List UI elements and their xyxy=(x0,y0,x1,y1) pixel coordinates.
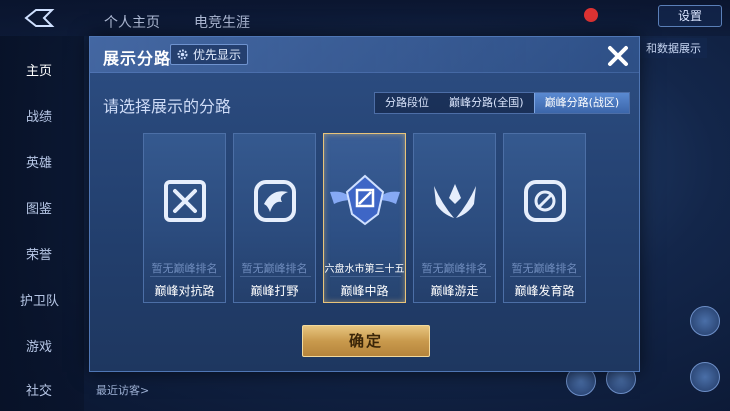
lane-card-clash[interactable]: 暂无巅峰排名 巅峰对抗路 xyxy=(143,133,226,303)
lane-rank: 暂无巅峰排名 xyxy=(151,262,218,275)
tab-profile[interactable]: 个人主页 xyxy=(104,12,160,32)
sidebar-item-games[interactable]: 游戏 xyxy=(26,336,52,355)
notification-dot xyxy=(584,8,598,22)
tab-peak-national[interactable]: 巅峰分路(全国) xyxy=(439,93,534,113)
card-divider xyxy=(330,276,401,277)
lane-rank: 暂无巅峰排名 xyxy=(421,262,488,275)
sidebar-item-heroes[interactable]: 英雄 xyxy=(26,152,52,171)
lane-name: 巅峰游走 xyxy=(430,284,479,298)
settings-button[interactable]: 设置 xyxy=(658,5,722,27)
tab-peak-region[interactable]: 巅峰分路(战区) xyxy=(533,93,630,113)
data-display-banner[interactable]: 和数据展示 xyxy=(640,38,707,58)
sidebar-item-record[interactable]: 战绩 xyxy=(26,106,52,125)
gear-icon xyxy=(177,49,188,60)
sidebar-item-home[interactable]: 主页 xyxy=(26,60,52,79)
lane-name: 巅峰发育路 xyxy=(514,284,575,298)
lane-rank: 暂无巅峰排名 xyxy=(241,262,308,275)
lane-scope-tabs: 分路段位 巅峰分路(全国) 巅峰分路(战区) xyxy=(374,92,631,114)
farm-lane-icon xyxy=(524,180,566,222)
lane-name: 巅峰打野 xyxy=(250,284,299,298)
lane-name: 巅峰对抗路 xyxy=(154,284,215,298)
sidebar-item-codex[interactable]: 图鉴 xyxy=(26,198,52,217)
lane-cards: 暂无巅峰排名 巅峰对抗路 暂无巅峰排名 巅峰打野 六盘水市第三十五 巅峰中路 暂… xyxy=(143,133,589,303)
roam-icon xyxy=(434,184,476,218)
tab-esports[interactable]: 电竞生涯 xyxy=(194,12,250,32)
lane-display-modal: 展示分路 优先显示 请选择展示的分路 分路段位 巅峰分路(全国) 巅峰分路(战区… xyxy=(89,36,640,372)
sidebar-item-guard[interactable]: 护卫队 xyxy=(20,290,59,309)
card-divider xyxy=(420,276,491,277)
sidebar: 主页 战绩 英雄 图鉴 荣誉 护卫队 游戏 社交 xyxy=(0,36,84,411)
lane-name: 巅峰中路 xyxy=(340,284,389,298)
lane-card-jungle[interactable]: 暂无巅峰排名 巅峰打野 xyxy=(233,133,316,303)
card-divider xyxy=(510,276,581,277)
lane-card-roam[interactable]: 暂无巅峰排名 巅峰游走 xyxy=(413,133,496,303)
confirm-button[interactable]: 确定 xyxy=(302,325,430,357)
priority-display-label: 优先显示 xyxy=(193,48,242,62)
recent-visitors-link[interactable]: 最近访客> xyxy=(96,382,149,398)
lane-card-farm[interactable]: 暂无巅峰排名 巅峰发育路 xyxy=(503,133,586,303)
back-logo-icon[interactable] xyxy=(22,8,56,28)
priority-display-button[interactable]: 优先显示 xyxy=(170,44,249,65)
close-icon xyxy=(608,46,628,66)
lane-card-mid[interactable]: 六盘水市第三十五 巅峰中路 xyxy=(323,133,406,303)
lane-rank: 暂无巅峰排名 xyxy=(511,262,578,275)
card-divider xyxy=(150,276,221,277)
mid-lane-icon xyxy=(330,174,400,226)
select-lane-prompt: 请选择展示的分路 xyxy=(103,97,232,116)
side-action-icon[interactable] xyxy=(690,306,720,336)
tab-lane-tier[interactable]: 分路段位 xyxy=(375,93,439,113)
lane-rank: 六盘水市第三十五 xyxy=(324,264,405,275)
jungle-icon xyxy=(254,180,296,222)
clash-lane-icon xyxy=(164,180,206,222)
sidebar-item-honor[interactable]: 荣誉 xyxy=(26,244,52,263)
record-icon[interactable] xyxy=(690,362,720,392)
modal-title: 展示分路 xyxy=(103,49,172,68)
sidebar-item-social[interactable]: 社交 xyxy=(26,380,52,399)
close-button[interactable] xyxy=(603,41,633,71)
card-divider xyxy=(240,276,311,277)
